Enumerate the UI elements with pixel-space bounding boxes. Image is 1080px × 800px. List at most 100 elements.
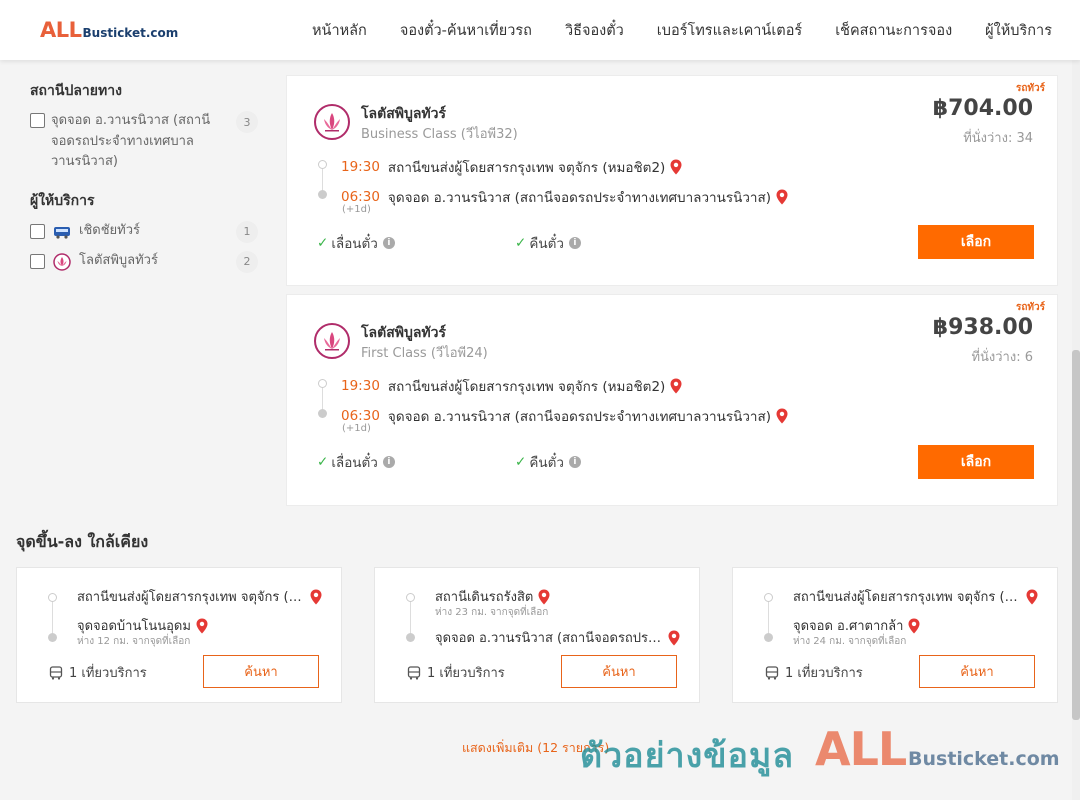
trip-card: รถทัวร์ โลตัสพิบูลทัวร์ First Class (วีไ… <box>286 294 1058 506</box>
watermark-logo-rest: Busticket.com <box>908 748 1060 770</box>
route-line <box>410 598 411 636</box>
change-ticket-label: เลื่อนตั๋ว <box>331 236 378 252</box>
departure-dot <box>318 379 327 388</box>
destination-count-badge: 3 <box>236 111 258 133</box>
map-pin-icon[interactable] <box>776 189 788 205</box>
watermark-logo-all: ALL <box>815 722 907 776</box>
destination-filter-item[interactable]: จุดจอด อ.วานรนิวาส (สถานีจอดรถประจำทางเท… <box>30 111 260 173</box>
nearby-trip-count: 1 เที่ยวบริการ <box>407 662 505 683</box>
map-pin-icon[interactable] <box>668 630 680 646</box>
lotus-icon <box>314 104 350 140</box>
next-day-note: (+1d) <box>342 423 371 434</box>
bus-icon <box>407 665 421 680</box>
arrival-place: จุดจอด อ.วานรนิวาส (สถานีจอดรถประจำทางเท… <box>387 409 771 425</box>
departure-place: สถานีขนส่งผู้โดยสารกรุงเทพ จตุจักร (หมอช… <box>387 379 666 395</box>
nearby-search-button[interactable]: ค้นหา <box>203 655 319 688</box>
arrival-time: 06:30 <box>341 408 380 424</box>
map-pin-icon[interactable] <box>670 159 682 175</box>
map-pin-icon[interactable] <box>908 618 920 634</box>
departure-stop: 19:30 สถานีขนส่งผู้โดยสารกรุงเทพ จตุจักร… <box>341 375 682 397</box>
arrival-dot <box>406 633 415 642</box>
departure-time: 19:30 <box>341 159 380 175</box>
arrival-time: 06:30 <box>341 189 380 205</box>
site-logo[interactable]: ALL Busticket.com <box>40 18 178 42</box>
nav-check-status[interactable]: เช็คสถานะการจอง <box>835 19 952 42</box>
nearby-from-stop: สถานีขนส่งผู้โดยสารกรุงเทพ จตุจักร (หมอช… <box>77 586 322 607</box>
operator-filter-item[interactable]: เชิดชัยทัวร์ 1 <box>30 220 260 243</box>
map-pin-icon[interactable] <box>538 589 550 605</box>
nearby-to-label: จุดจอด อ.ศาตากล้า <box>793 619 904 634</box>
operator-filter-item[interactable]: โลตัสพิบูลทัวร์ 2 <box>30 250 260 273</box>
next-day-note: (+1d) <box>342 204 371 215</box>
nearby-trips-label: 1 เที่ยวบริการ <box>427 666 505 681</box>
watermark-sample-text: ตัวอย่างข้อมูล <box>580 736 795 776</box>
arrival-dot <box>318 190 327 199</box>
bus-icon <box>53 223 71 241</box>
logo-rest-text: Busticket.com <box>82 26 179 40</box>
operator-checkbox[interactable] <box>30 254 45 269</box>
nearby-search-button[interactable]: ค้นหา <box>561 655 677 688</box>
map-pin-icon[interactable] <box>310 589 322 605</box>
nav-book-search[interactable]: จองตั๋ว-ค้นหาเที่ยวรถ <box>400 19 532 42</box>
info-icon[interactable]: i <box>382 237 395 249</box>
arrival-dot <box>764 633 773 642</box>
nav-home[interactable]: หน้าหลัก <box>312 19 367 42</box>
check-icon: ✓ <box>515 235 527 251</box>
departure-place: สถานีขนส่งผู้โดยสารกรุงเทพ จตุจักร (หมอช… <box>387 160 666 176</box>
info-icon[interactable]: i <box>568 456 581 468</box>
nav-how-to-book[interactable]: วิธีจองตั๋ว <box>565 19 624 42</box>
map-pin-icon[interactable] <box>670 378 682 394</box>
nav-contacts[interactable]: เบอร์โทรและเคาน์เตอร์ <box>657 19 802 42</box>
change-ticket-feature: ✓ เลื่อนตั๋ว i <box>317 451 395 473</box>
map-pin-icon[interactable] <box>1026 589 1038 605</box>
departure-dot <box>764 593 773 602</box>
nearby-to-stop: จุดจอด อ.วานรนิวาส (สถานีจอดรถประจำทางเท… <box>435 627 680 648</box>
info-icon[interactable]: i <box>568 237 581 249</box>
nearby-trip-count: 1 เที่ยวบริการ <box>49 662 147 683</box>
bus-type-tag: รถทัวร์ <box>1015 83 1045 94</box>
select-trip-button[interactable]: เลือก <box>918 225 1034 259</box>
check-icon: ✓ <box>317 454 329 470</box>
bus-class: Business Class (วีไอพี32) <box>361 127 518 142</box>
select-trip-button[interactable]: เลือก <box>918 445 1034 479</box>
operator-filter-title: ผู้ให้บริการ <box>30 192 95 209</box>
nearby-to-label: จุดจอด อ.วานรนิวาส (สถานีจอดรถประจำทางเท… <box>435 631 663 646</box>
change-ticket-label: เลื่อนตั๋ว <box>331 455 378 471</box>
route-line <box>768 598 769 636</box>
nearby-card: สถานีขนส่งผู้โดยสารกรุงเทพ จตุจักร (หมอช… <box>16 567 342 703</box>
nearby-from-label: สถานีเดินรถรังสิต <box>435 590 534 605</box>
nearby-from-label: สถานีขนส่งผู้โดยสารกรุงเทพ จตุจักร (หมอช… <box>793 590 1021 605</box>
operator-name: โลตัสพิบูลทัวร์ <box>361 106 447 122</box>
lotus-icon <box>314 323 350 359</box>
top-header: ALL Busticket.com หน้าหลัก จองตั๋ว-ค้นหา… <box>0 0 1080 60</box>
nearby-card: สถานีเดินรถรังสิต ห่าง 23 กม. จากจุดที่เ… <box>374 567 700 703</box>
map-pin-icon[interactable] <box>776 408 788 424</box>
info-icon[interactable]: i <box>382 456 395 468</box>
main-nav: หน้าหลัก จองตั๋ว-ค้นหาเที่ยวรถ วิธีจองตั… <box>312 0 1052 60</box>
nearby-from-label: สถานีขนส่งผู้โดยสารกรุงเทพ จตุจักร (หมอช… <box>77 590 305 605</box>
operator-label: เชิดชัยทัวร์ <box>79 223 141 239</box>
destination-label: จุดจอด อ.วานรนิวาส (สถานีจอดรถประจำทางเท… <box>51 113 211 169</box>
destination-filter-title: สถานีปลายทาง <box>30 83 122 99</box>
operator-checkbox[interactable] <box>30 224 45 239</box>
ticket-price: ฿704.00 <box>932 96 1033 121</box>
map-pin-icon[interactable] <box>196 618 208 634</box>
operator-count-badge: 2 <box>236 250 258 273</box>
nearby-from-stop: สถานีเดินรถรังสิต <box>435 586 550 607</box>
departure-dot <box>48 593 57 602</box>
refund-ticket-label: คืนตั๋ว <box>529 455 564 471</box>
arrival-dot <box>318 409 327 418</box>
trip-card: รถทัวร์ โลตัสพิบูลทัวร์ Business Class (… <box>286 75 1058 286</box>
check-icon: ✓ <box>515 454 527 470</box>
departure-time: 19:30 <box>341 378 380 394</box>
destination-checkbox[interactable] <box>30 113 45 128</box>
nearby-search-button[interactable]: ค้นหา <box>919 655 1035 688</box>
check-icon: ✓ <box>317 235 329 251</box>
scrollbar-thumb[interactable] <box>1072 350 1080 720</box>
bus-type-tag: รถทัวร์ <box>1015 302 1045 313</box>
seats-available: ที่นั่งว่าง: 6 <box>971 350 1033 365</box>
nav-operators[interactable]: ผู้ให้บริการ <box>985 19 1052 42</box>
nearby-to-label: จุดจอดบ้านโนนอุดม <box>77 619 191 634</box>
operator-count-badge: 1 <box>236 220 258 243</box>
arrival-stop: 06:30 จุดจอด อ.วานรนิวาส (สถานีจอดรถประจ… <box>341 186 788 208</box>
